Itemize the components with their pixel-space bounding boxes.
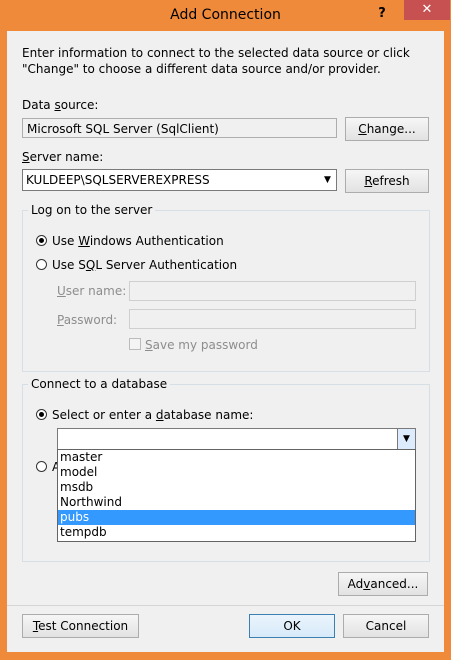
chevron-down-icon[interactable]: ▼ — [397, 429, 415, 449]
username-label: User name: — [57, 284, 127, 298]
attach-database-radio[interactable] — [36, 461, 47, 472]
test-connection-button[interactable]: Test Connection — [22, 614, 139, 638]
password-label: Password: — [57, 313, 118, 327]
list-item[interactable]: msdb — [58, 480, 415, 495]
intro-text: Enter information to connect to the sele… — [22, 46, 410, 76]
cancel-button[interactable]: Cancel — [343, 614, 429, 638]
data-source-label: Data source: — [22, 98, 99, 112]
divider — [7, 605, 444, 606]
data-source-field: Microsoft SQL Server (SqlClient) — [22, 118, 337, 138]
window-border-bottom — [0, 652, 451, 660]
username-input — [129, 281, 416, 301]
database-group-title: Connect to a database — [28, 377, 171, 391]
save-password-label: Save my password — [145, 338, 258, 352]
list-item[interactable]: master — [58, 450, 415, 465]
database-name-combo[interactable]: ▼ — [57, 428, 416, 450]
ok-button[interactable]: OK — [249, 614, 335, 638]
server-name-combo[interactable]: KULDEEP\SQLSERVEREXPRESS ▼ — [22, 169, 337, 191]
list-item[interactable]: model — [58, 465, 415, 480]
close-button[interactable]: ✕ — [404, 0, 450, 20]
save-password-checkbox — [129, 338, 141, 350]
server-name-label: Server name: — [22, 150, 104, 164]
sql-auth-radio[interactable] — [36, 259, 47, 270]
list-item[interactable]: Northwind — [58, 495, 415, 510]
window-border-right — [444, 31, 451, 660]
logon-group-title: Log on to the server — [28, 203, 156, 217]
server-name-value: KULDEEP\SQLSERVEREXPRESS — [26, 173, 210, 187]
list-item-selected[interactable]: pubs — [58, 510, 415, 525]
advanced-button[interactable]: Advanced... — [338, 572, 428, 596]
database-dropdown-list[interactable]: master model msdb Northwind pubs tempdb — [57, 449, 416, 542]
chevron-down-icon[interactable]: ▼ — [319, 170, 336, 190]
password-input — [129, 309, 416, 329]
sql-auth-label[interactable]: Use SQL Server Authentication — [52, 258, 237, 272]
change-button[interactable]: Change... — [345, 117, 429, 141]
select-database-label[interactable]: Select or enter a database name: — [52, 408, 253, 422]
windows-auth-label[interactable]: Use Windows Authentication — [52, 234, 224, 248]
window-border-left — [0, 31, 7, 660]
windows-auth-radio[interactable] — [36, 235, 47, 246]
refresh-button[interactable]: Refresh — [345, 169, 429, 193]
help-icon[interactable]: ? — [372, 4, 392, 24]
select-database-radio[interactable] — [36, 409, 47, 420]
list-item[interactable]: tempdb — [58, 525, 415, 540]
